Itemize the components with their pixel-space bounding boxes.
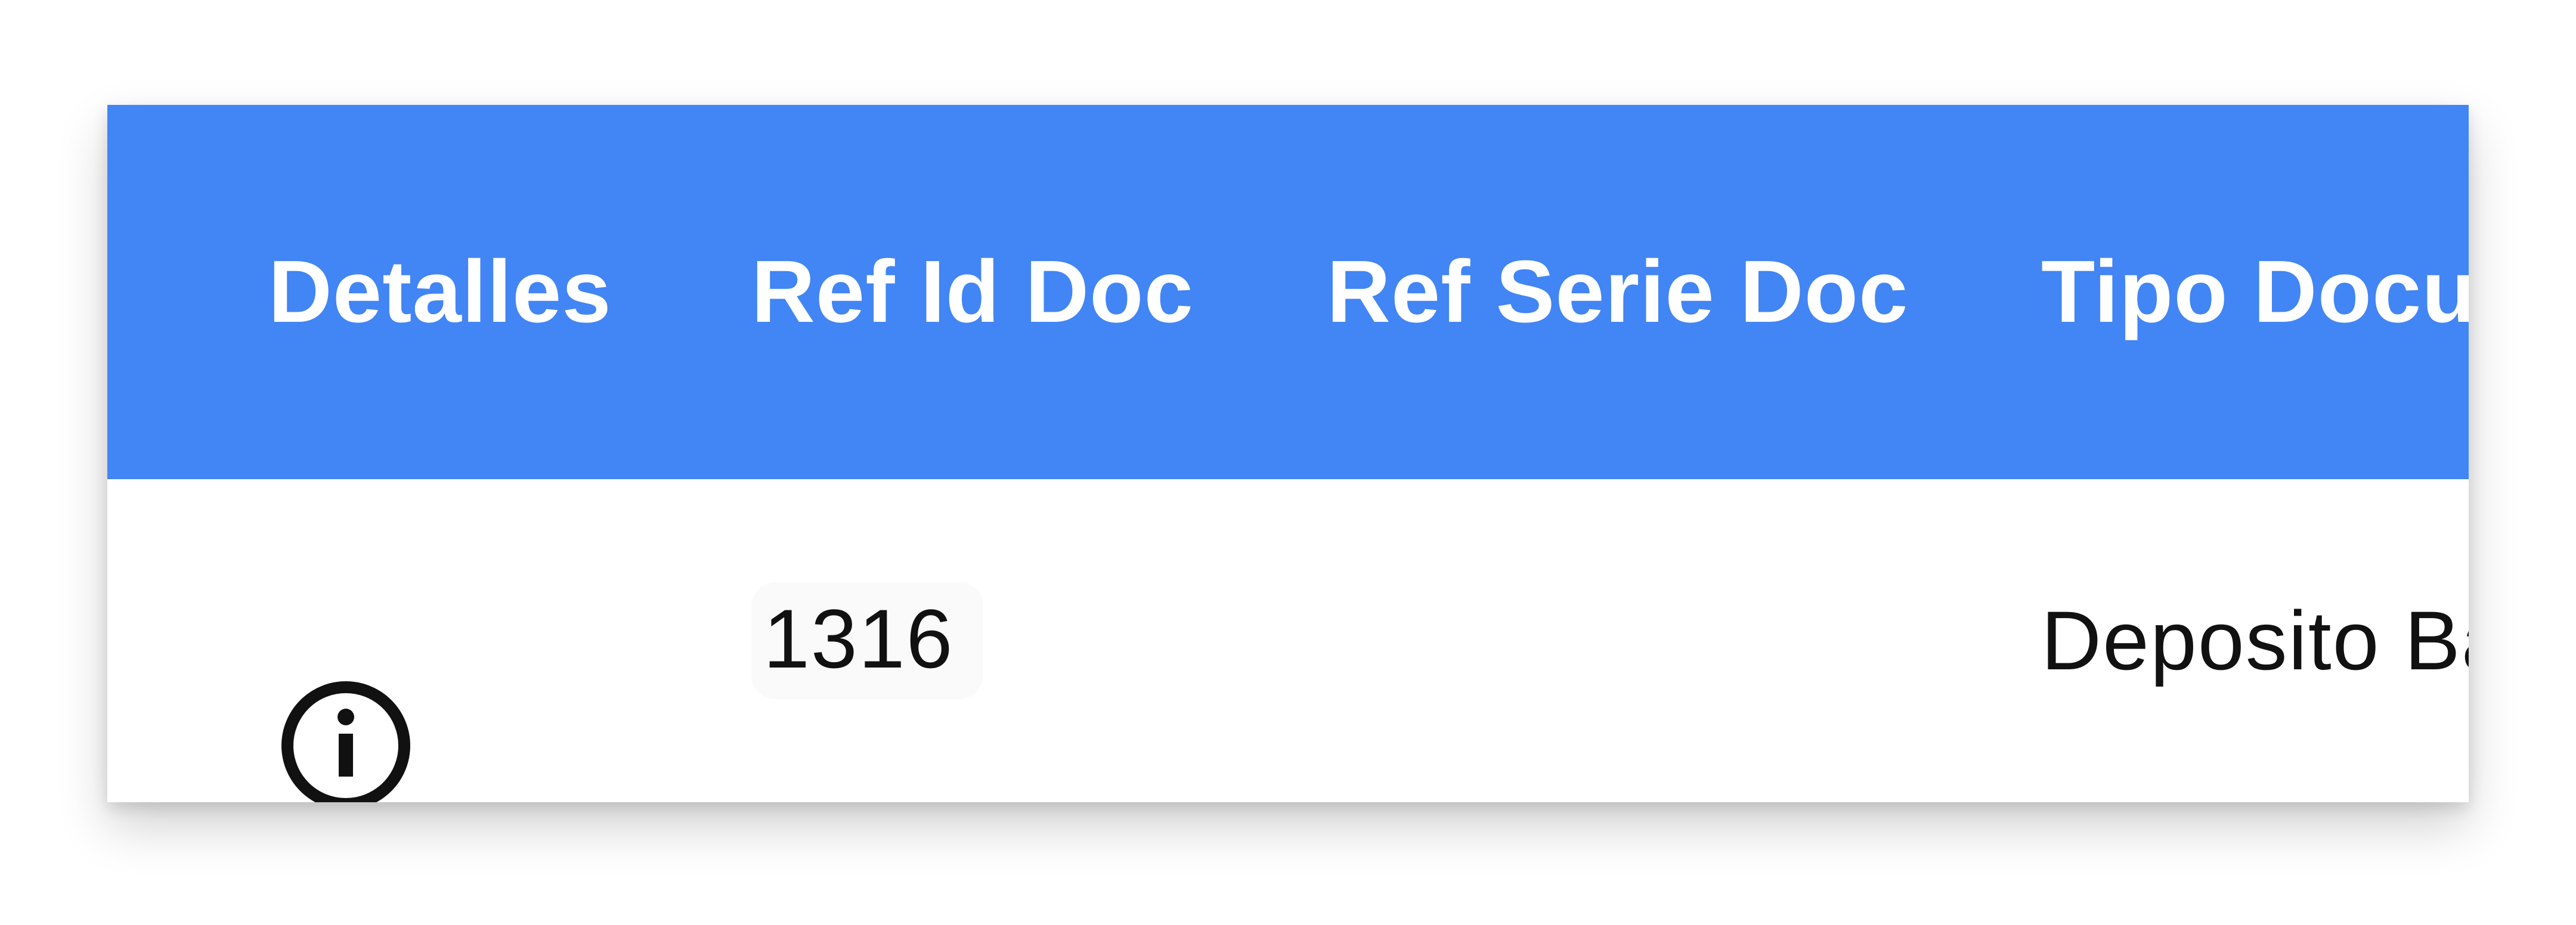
table-row[interactable]: 1316 Deposito Bancario xyxy=(107,479,2469,802)
cell-tipo-documento: Deposito Bancario xyxy=(2041,594,2469,687)
column-header-ref-serie-doc[interactable]: Ref Serie Doc xyxy=(1327,105,1908,479)
column-header-tipo-documento[interactable]: Tipo Documento xyxy=(2041,105,2469,479)
column-header-detalles[interactable]: Detalles xyxy=(268,105,612,479)
table-header-row: Detalles Ref Id Doc Ref Serie Doc Tipo D… xyxy=(107,105,2469,479)
cell-ref-id-doc: 1316 xyxy=(751,479,984,802)
ref-id-doc-value: 1316 xyxy=(751,582,984,699)
info-icon[interactable] xyxy=(280,680,411,802)
column-header-ref-id-doc[interactable]: Ref Id Doc xyxy=(751,105,1194,479)
data-table: Detalles Ref Id Doc Ref Serie Doc Tipo D… xyxy=(107,105,2469,802)
